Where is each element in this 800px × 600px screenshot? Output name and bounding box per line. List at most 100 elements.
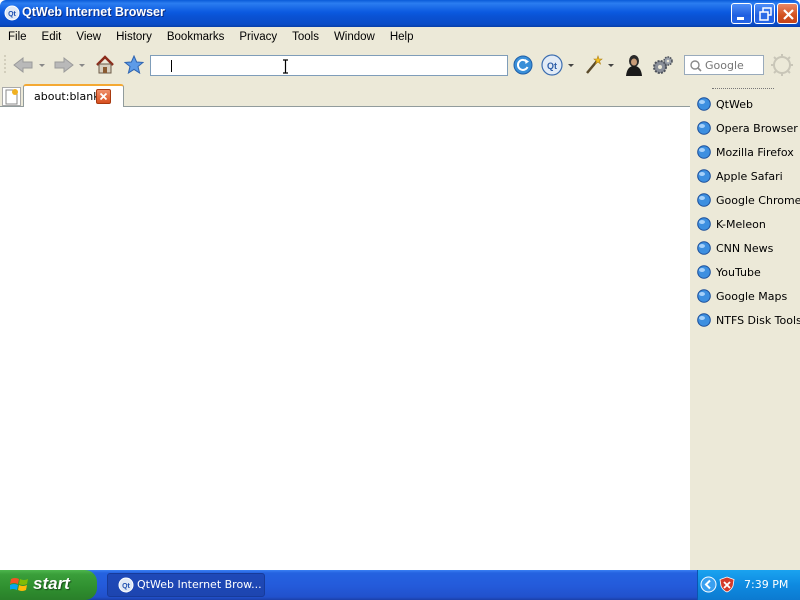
qtweb-logo-icon: Qt: [118, 577, 134, 593]
globe-icon: [697, 169, 711, 183]
menu-bar: File Edit View History Bookmarks Privacy…: [0, 27, 800, 46]
wand-dropdown-icon[interactable]: [608, 64, 614, 67]
restore-button[interactable]: [754, 3, 775, 24]
bookmark-label: QtWeb: [716, 97, 753, 111]
system-tray: 7:39 PM: [697, 570, 800, 600]
menu-bookmarks[interactable]: Bookmarks: [159, 31, 232, 43]
toolbar-grip: [4, 55, 6, 75]
taskbar-button-qtweb[interactable]: Qt QtWeb Internet Brow...: [107, 573, 265, 597]
desktop-screen: Qt QtWeb Internet Browser File Edit View…: [0, 0, 800, 600]
bookmark-star-icon: [124, 55, 144, 74]
search-box[interactable]: [684, 55, 764, 75]
window-titlebar[interactable]: Qt QtWeb Internet Browser: [0, 0, 800, 27]
forward-button[interactable]: [53, 56, 89, 74]
taskbar-clock[interactable]: 7:39 PM: [744, 578, 788, 591]
tab-about-blank[interactable]: about:blank: [23, 84, 124, 108]
search-icon: [690, 60, 702, 72]
bookmark-apple-safari[interactable]: Apple Safari: [697, 167, 783, 185]
svg-text:Qt: Qt: [547, 61, 557, 71]
globe-icon: [697, 145, 711, 159]
globe-icon: [697, 265, 711, 279]
home-button[interactable]: [95, 55, 115, 74]
bookmark-label: Google Chrome: [716, 193, 800, 207]
home-icon: [96, 55, 114, 74]
tab-bar: about:blank: [0, 84, 690, 108]
show-hidden-icons-button[interactable]: [700, 576, 717, 593]
mouse-ibeam-cursor-icon: [283, 59, 288, 74]
reload-button[interactable]: [513, 55, 533, 75]
windows-taskbar: start Qt QtWeb Internet Brow... 7:39 PM: [0, 570, 800, 600]
globe-icon: [697, 313, 711, 327]
bookmark-k-meleon[interactable]: K-Meleon: [697, 215, 766, 233]
globe-icon: [697, 217, 711, 231]
bookmark-cnn-news[interactable]: CNN News: [697, 239, 773, 257]
qtweb-menu-button[interactable]: Qt: [541, 54, 577, 76]
bookmark-opera-browser[interactable]: Opera Browser: [697, 119, 798, 137]
menu-history[interactable]: History: [108, 31, 159, 43]
svg-text:Qt: Qt: [122, 583, 130, 590]
bookmark-mozilla-firefox[interactable]: Mozilla Firefox: [697, 143, 794, 161]
globe-icon: [697, 121, 711, 135]
minimize-button[interactable]: [731, 3, 752, 24]
menu-help[interactable]: Help: [382, 31, 421, 43]
activity-spinner-icon: [771, 54, 793, 76]
bookmark-label: CNN News: [716, 241, 774, 255]
globe-icon: [697, 241, 711, 255]
close-window-button[interactable]: [777, 3, 798, 24]
settings-gears-button[interactable]: [652, 55, 674, 75]
back-dropdown-icon[interactable]: [39, 64, 45, 67]
back-button[interactable]: [12, 56, 48, 74]
menu-privacy[interactable]: Privacy: [231, 31, 284, 43]
window-title: QtWeb Internet Browser: [22, 5, 165, 19]
maximize-icon: [759, 7, 772, 21]
address-input[interactable]: [151, 56, 507, 75]
bookmark-label: Opera Browser: [716, 121, 798, 135]
close-icon: [99, 92, 108, 101]
svg-text:Qt: Qt: [8, 11, 16, 18]
bookmark-label: K-Meleon: [716, 217, 766, 231]
qtweb-logo-icon[interactable]: Qt: [4, 5, 20, 21]
qtweb-menu-icon: Qt: [541, 54, 563, 76]
activity-spinner: [771, 54, 793, 76]
bookmark-star-button[interactable]: [124, 55, 144, 74]
bookmark-label: Google Maps: [716, 289, 788, 303]
privacy-user-icon: [626, 55, 642, 76]
bookmark-label: YouTube: [716, 265, 761, 279]
sidebar-grip[interactable]: [712, 88, 774, 89]
bookmark-google-chrome[interactable]: Google Chrome: [697, 191, 800, 209]
page-content-area[interactable]: [0, 107, 690, 570]
taskbar-button-label: QtWeb Internet Brow...: [137, 578, 262, 591]
bookmark-qtweb[interactable]: QtWeb: [697, 95, 753, 113]
menu-edit[interactable]: Edit: [34, 31, 69, 43]
bookmark-label: NTFS Disk Tools: [716, 313, 800, 327]
bookmark-ntfs-disk-tools[interactable]: NTFS Disk Tools: [697, 311, 800, 329]
menu-tools[interactable]: Tools: [284, 31, 326, 43]
minimize-icon: [737, 17, 744, 20]
text-caret: [171, 60, 172, 72]
start-button[interactable]: start: [0, 570, 97, 600]
bookmark-label: Apple Safari: [716, 169, 783, 183]
bookmark-youtube[interactable]: YouTube: [697, 263, 761, 281]
tab-close-button[interactable]: [96, 89, 111, 104]
security-shield-icon[interactable]: [719, 576, 735, 593]
privacy-user-button[interactable]: [624, 54, 644, 76]
search-input[interactable]: [705, 56, 763, 74]
qtweb-dropdown-icon[interactable]: [568, 64, 574, 67]
bookmark-label: Mozilla Firefox: [716, 145, 794, 159]
settings-gears-icon: [653, 56, 673, 74]
globe-icon: [697, 289, 711, 303]
menu-window[interactable]: Window: [326, 31, 382, 43]
navigation-toolbar: Qt: [0, 46, 800, 84]
menu-view[interactable]: View: [68, 31, 108, 43]
back-icon: [13, 56, 33, 74]
forward-icon: [54, 56, 74, 74]
magic-wand-button[interactable]: [584, 55, 618, 75]
new-tab-button[interactable]: [2, 87, 21, 106]
globe-icon: [697, 193, 711, 207]
menu-file[interactable]: File: [0, 31, 34, 43]
forward-dropdown-icon[interactable]: [79, 64, 85, 67]
bookmark-google-maps[interactable]: Google Maps: [697, 287, 787, 305]
new-page-icon: [5, 89, 18, 105]
chevron-left-icon: [700, 576, 717, 593]
address-bar[interactable]: [150, 55, 508, 76]
